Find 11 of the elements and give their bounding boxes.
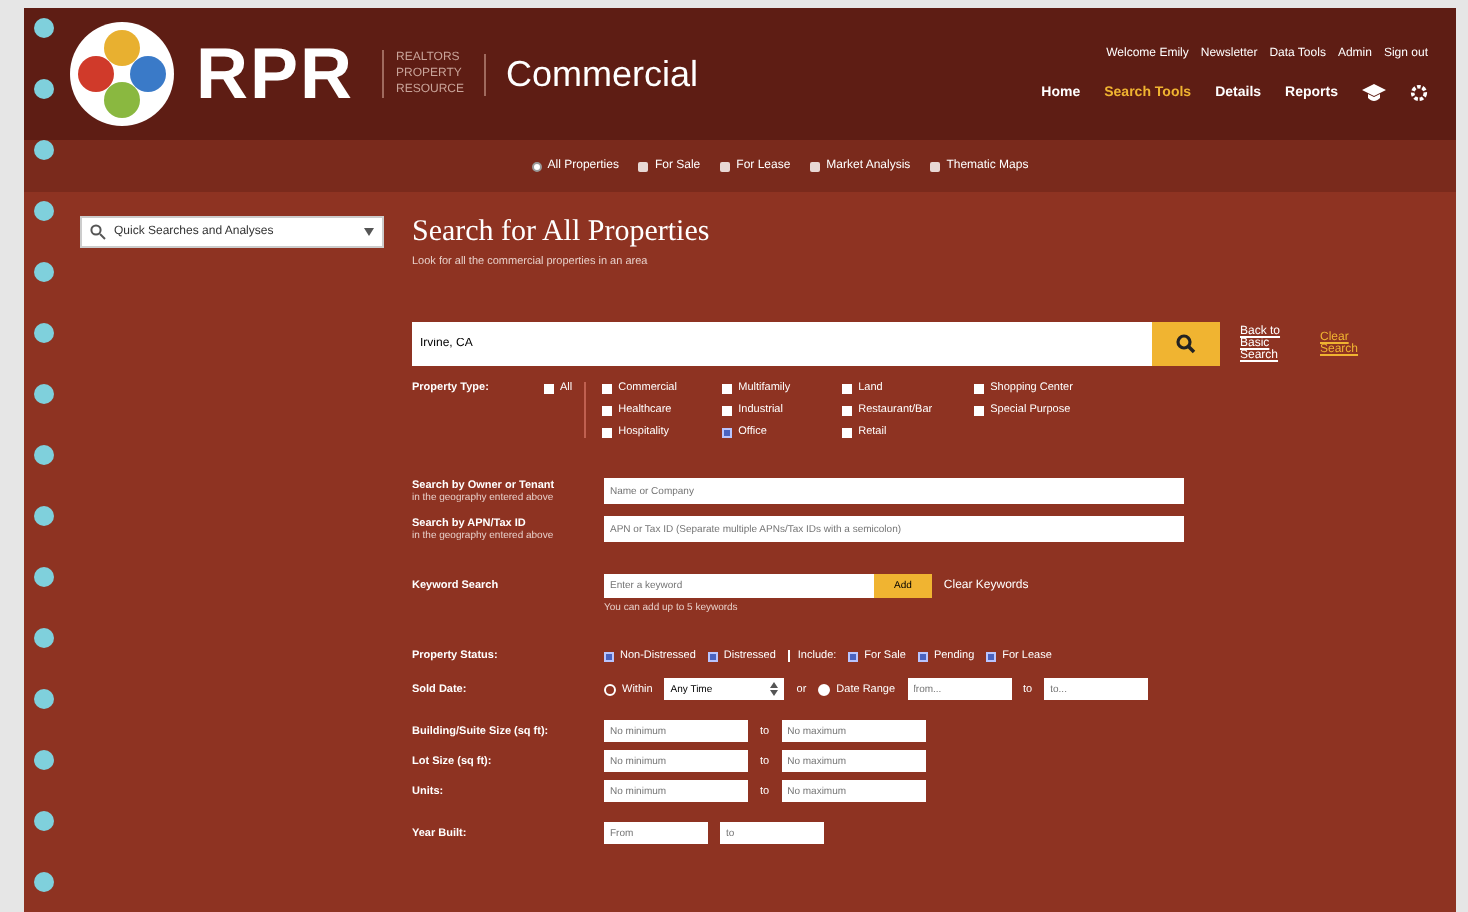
search-icon — [90, 224, 106, 240]
search-icon — [1176, 334, 1196, 354]
search-button[interactable] — [1152, 322, 1220, 366]
graduation-cap-icon[interactable] — [1362, 83, 1386, 101]
page-title: Search for All Properties — [412, 216, 712, 250]
logo-text: RPR — [196, 32, 355, 116]
product-name: Commercial — [484, 53, 699, 95]
settings-icon[interactable] — [1410, 83, 1428, 101]
caret-icon — [364, 228, 374, 236]
caret-icon — [770, 682, 779, 696]
logo-icon — [68, 20, 176, 128]
